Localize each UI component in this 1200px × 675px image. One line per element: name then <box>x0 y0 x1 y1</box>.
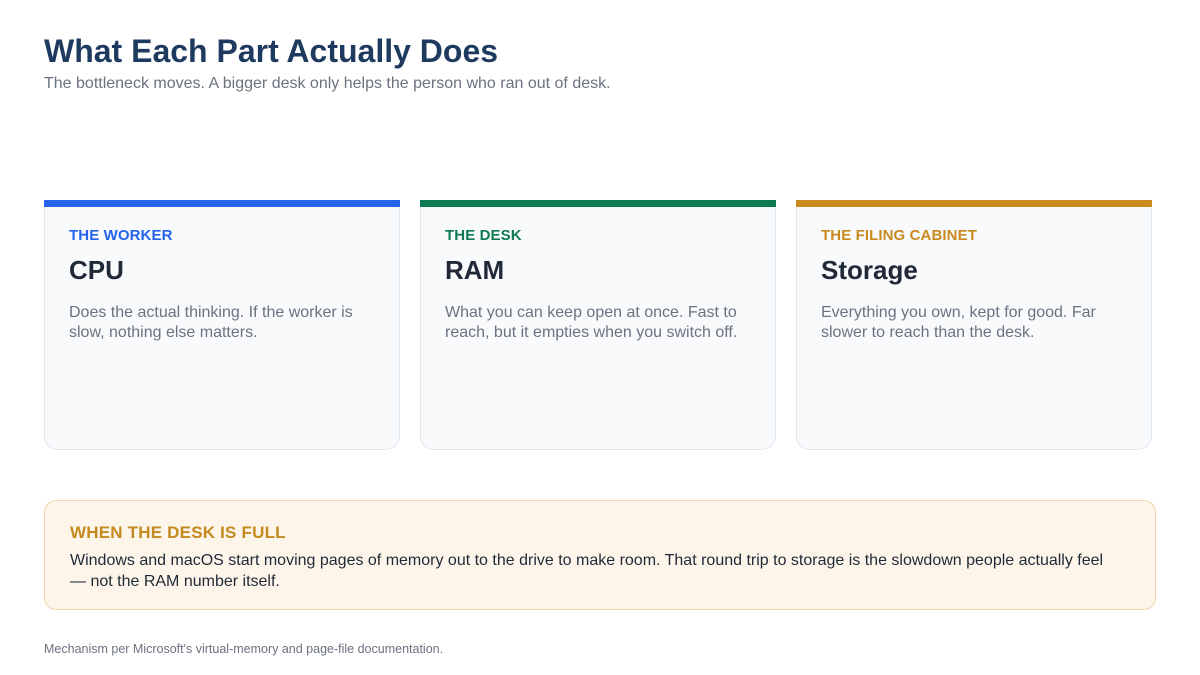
card-accent-bar <box>796 200 1152 207</box>
card-eyebrow: THE WORKER <box>69 227 173 244</box>
card-heading: CPU <box>69 255 124 285</box>
source-footnote: Mechanism per Microsoft's virtual-memory… <box>44 642 444 656</box>
card-eyebrow: THE DESK <box>445 227 522 244</box>
card-body: Everything you own, kept for good. Far s… <box>821 304 1096 341</box>
page-title: What Each Part Actually Does <box>44 33 499 69</box>
card-heading: Storage <box>821 255 918 285</box>
desk-full-callout: WHEN THE DESK IS FULL Windows and macOS … <box>44 500 1156 610</box>
card-body: Does the actual thinking. If the worker … <box>69 304 353 341</box>
card-eyebrow: THE FILING CABINET <box>821 227 977 244</box>
page-subtitle: The bottleneck moves. A bigger desk only… <box>44 75 611 92</box>
card-heading: RAM <box>445 255 505 285</box>
card-storage: THE FILING CABINET Storage Everything yo… <box>796 200 1152 450</box>
card-ram: THE DESK RAM What you can keep open at o… <box>420 200 776 450</box>
card-body: What you can keep open at once. Fast to … <box>445 304 738 341</box>
callout-title: WHEN THE DESK IS FULL <box>70 523 286 542</box>
card-accent-bar <box>420 200 776 207</box>
callout-body: Windows and macOS start moving pages of … <box>70 552 1104 590</box>
component-cards: THE WORKER CPU Does the actual thinking.… <box>44 200 1152 450</box>
card-cpu: THE WORKER CPU Does the actual thinking.… <box>44 200 400 450</box>
card-accent-bar <box>44 200 400 207</box>
